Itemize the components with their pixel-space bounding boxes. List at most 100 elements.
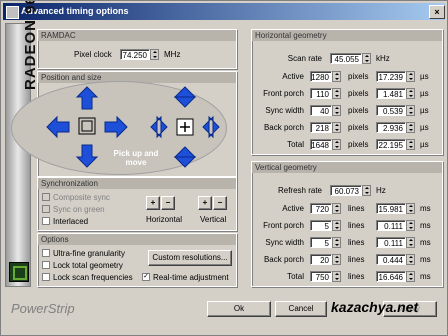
v-total-input[interactable]: 750 bbox=[310, 271, 332, 282]
h-sync-width-spinner[interactable] bbox=[332, 105, 341, 116]
h-sync-width-unit: pixels bbox=[348, 106, 369, 115]
move-left-icon[interactable] bbox=[46, 115, 70, 139]
v-back-porch-unit: lines bbox=[348, 255, 365, 264]
h-active-time[interactable]: 17.239 bbox=[376, 71, 406, 82]
h-sync-width-time-spinner[interactable] bbox=[406, 105, 415, 116]
h-back-porch-input[interactable]: 218 bbox=[310, 122, 332, 133]
options-group: Options Ultra-fine granularity Lock tota… bbox=[37, 233, 237, 287]
h-back-porch-time[interactable]: 2.936 bbox=[376, 122, 406, 133]
v-sync-width-time[interactable]: 0.111 bbox=[376, 237, 406, 248]
v-active-time-spinner[interactable] bbox=[406, 203, 415, 214]
cancel-button[interactable]: Cancel bbox=[275, 301, 327, 317]
v-front-porch-spinner[interactable] bbox=[332, 220, 341, 231]
realtime-checkbox[interactable]: ✓ bbox=[142, 273, 150, 281]
pixel-clock-input[interactable]: 74.250 bbox=[120, 49, 150, 60]
size-horizontal-expand-icon[interactable] bbox=[202, 115, 220, 139]
size-vertical-expand-icon[interactable] bbox=[173, 146, 197, 168]
move-up-icon[interactable] bbox=[75, 86, 99, 110]
v-sync-width-time-spinner[interactable] bbox=[406, 237, 415, 248]
h-back-porch-time-spinner[interactable] bbox=[406, 122, 415, 133]
move-down-icon[interactable] bbox=[75, 144, 99, 168]
v-active-spinner[interactable] bbox=[332, 203, 341, 214]
h-front-porch-time[interactable]: 1.481 bbox=[376, 88, 406, 99]
scan-rate-spinner[interactable] bbox=[362, 53, 371, 64]
h-total-time-spinner[interactable] bbox=[406, 139, 415, 150]
realtime-label: Real-time adjustment bbox=[153, 273, 229, 282]
interlaced-checkbox[interactable] bbox=[42, 217, 50, 225]
v-front-porch-time-spinner[interactable] bbox=[406, 220, 415, 231]
v-back-porch-label: Back porch bbox=[263, 255, 304, 264]
pixel-clock-label: Pixel clock bbox=[74, 50, 112, 59]
h-active-spinner[interactable] bbox=[332, 71, 341, 82]
v-back-porch-tunit: ms bbox=[420, 255, 431, 264]
composite-sync-checkbox[interactable] bbox=[42, 193, 50, 201]
h-sync-width-tunit: µs bbox=[420, 106, 429, 115]
v-active-unit: lines bbox=[348, 204, 365, 213]
close-button[interactable]: × bbox=[429, 5, 445, 19]
pick-up-label: Pick up and move bbox=[113, 149, 159, 167]
refresh-rate-unit: Hz bbox=[376, 186, 386, 195]
ramdac-group: RAMDAC Pixel clock 74.250 MHz bbox=[37, 29, 237, 69]
h-sync-plus-button[interactable]: + bbox=[146, 196, 160, 210]
h-front-porch-time-spinner[interactable] bbox=[406, 88, 415, 99]
refresh-rate-spinner[interactable] bbox=[362, 185, 371, 196]
h-back-porch-spinner[interactable] bbox=[332, 122, 341, 133]
vertical-geometry-group: Vertical geometry Refresh rate 60.073 Hz… bbox=[251, 161, 443, 287]
v-sync-plus-button[interactable]: + bbox=[198, 196, 212, 210]
v-back-porch-time-spinner[interactable] bbox=[406, 254, 415, 265]
v-front-porch-label: Front porch bbox=[263, 221, 304, 230]
h-active-time-spinner[interactable] bbox=[406, 71, 415, 82]
v-back-porch-time[interactable]: 0.444 bbox=[376, 254, 406, 265]
v-front-porch-input[interactable]: 5 bbox=[310, 220, 332, 231]
v-sync-width-spinner[interactable] bbox=[332, 237, 341, 248]
h-sync-minus-button[interactable]: − bbox=[161, 196, 175, 210]
size-center-icon[interactable] bbox=[176, 118, 194, 136]
title-bar: Advanced timing options × bbox=[3, 3, 445, 20]
v-sync-width-input[interactable]: 5 bbox=[310, 237, 332, 248]
lock-scan-checkbox[interactable] bbox=[42, 273, 50, 281]
v-active-tunit: ms bbox=[420, 204, 431, 213]
scan-rate-unit: kHz bbox=[376, 54, 390, 63]
lock-total-checkbox[interactable] bbox=[42, 261, 50, 269]
h-front-porch-spinner[interactable] bbox=[332, 88, 341, 99]
v-front-porch-time[interactable]: 0.111 bbox=[376, 220, 406, 231]
h-back-porch-unit: pixels bbox=[348, 123, 369, 132]
v-back-porch-spinner[interactable] bbox=[332, 254, 341, 265]
advanced-timing-window: Advanced timing options × RADEON 9600 SE… bbox=[0, 0, 448, 336]
v-active-input[interactable]: 720 bbox=[310, 203, 332, 214]
scan-rate-input[interactable]: 45.055 bbox=[330, 53, 362, 64]
ultra-fine-checkbox[interactable] bbox=[42, 249, 50, 257]
h-active-unit: pixels bbox=[348, 72, 369, 81]
v-active-time[interactable]: 15.981 bbox=[376, 203, 406, 214]
v-total-label: Total bbox=[287, 272, 304, 281]
sync-header: Synchronization bbox=[38, 178, 236, 189]
h-active-input[interactable]: 1280 bbox=[310, 71, 332, 82]
move-right-icon[interactable] bbox=[104, 115, 128, 139]
pixel-clock-spinner[interactable] bbox=[150, 49, 159, 60]
horizontal-geometry-group: Horizontal geometry Scan rate 45.055 kHz… bbox=[251, 29, 443, 155]
h-sync-width-input[interactable]: 40 bbox=[310, 105, 332, 116]
h-sync-width-label: Sync width bbox=[265, 106, 304, 115]
h-total-input[interactable]: 1648 bbox=[310, 139, 332, 150]
ramdac-header: RAMDAC bbox=[38, 30, 236, 41]
h-total-spinner[interactable] bbox=[332, 139, 341, 150]
v-active-label: Active bbox=[282, 204, 304, 213]
v-sync-minus-button[interactable]: − bbox=[213, 196, 227, 210]
refresh-rate-input[interactable]: 60.073 bbox=[330, 185, 362, 196]
size-horizontal-shrink-icon[interactable] bbox=[150, 115, 168, 139]
custom-resolutions-button[interactable]: Custom resolutions... bbox=[148, 250, 232, 266]
v-back-porch-input[interactable]: 20 bbox=[310, 254, 332, 265]
h-total-unit: pixels bbox=[348, 140, 369, 149]
vertical-header: Vertical geometry bbox=[252, 162, 442, 173]
size-vertical-shrink-icon[interactable] bbox=[173, 86, 197, 108]
h-sync-width-time[interactable]: 0.539 bbox=[376, 105, 406, 116]
h-total-tunit: µs bbox=[420, 140, 429, 149]
sync-on-green-checkbox[interactable] bbox=[42, 205, 50, 213]
v-total-time[interactable]: 16.646 bbox=[376, 271, 406, 282]
v-total-time-spinner[interactable] bbox=[406, 271, 415, 282]
v-total-spinner[interactable] bbox=[332, 271, 341, 282]
ok-button[interactable]: Ok bbox=[207, 301, 271, 317]
lock-scan-label: Lock scan frequencies bbox=[53, 273, 133, 282]
h-front-porch-input[interactable]: 110 bbox=[310, 88, 332, 99]
h-total-time[interactable]: 22.195 bbox=[376, 139, 406, 150]
